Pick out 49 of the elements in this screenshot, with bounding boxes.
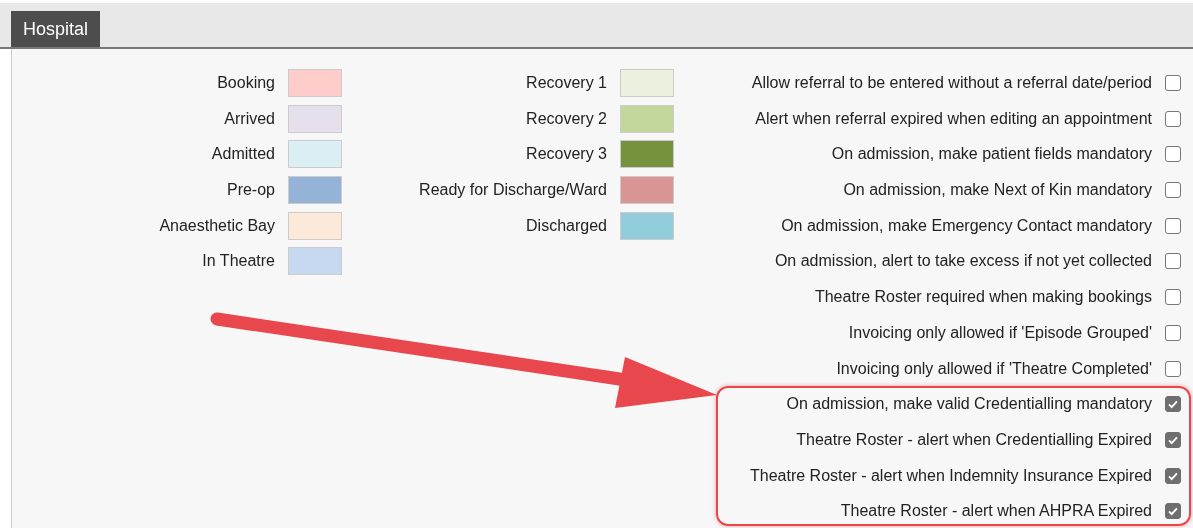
checkbox[interactable] (1165, 217, 1181, 234)
color-swatch[interactable] (620, 176, 674, 205)
status-label: In Theatre (202, 251, 275, 272)
option-label: Theatre Roster required when making bookings (814, 287, 1152, 308)
color-swatch[interactable] (288, 69, 342, 97)
color-swatch[interactable] (620, 104, 674, 133)
status-label: Recovery 3 (526, 144, 607, 165)
color-swatch[interactable] (620, 69, 674, 97)
checkbox[interactable] (1165, 503, 1181, 520)
option-label: On admission, alert to take excess if not yet collected (774, 251, 1152, 272)
checkbox[interactable] (1165, 110, 1181, 127)
option-label: On admission, make valid Credentialling mandatory (786, 394, 1152, 415)
color-swatch[interactable] (288, 104, 342, 133)
option-label: Invoicing only allowed if 'Episode Grouped' (848, 322, 1152, 343)
checkbox[interactable] (1165, 360, 1181, 377)
option-label: On admission, make Next of Kin mandatory (843, 180, 1152, 201)
status-label: Pre-op (226, 180, 275, 201)
tab[interactable]: Hospital (11, 11, 101, 47)
status-label: Recovery 2 (526, 108, 607, 129)
color-swatch[interactable] (620, 211, 674, 240)
checkbox[interactable] (1165, 253, 1181, 270)
option-label: Theatre Roster - alert when Indemnity Insurance Expired (750, 465, 1152, 486)
color-swatch[interactable] (288, 247, 342, 276)
color-swatch[interactable] (288, 176, 342, 205)
status-label: Recovery 1 (526, 73, 607, 93)
option-label: Allow referral to be entered without a referral date/period (751, 73, 1152, 93)
option-label: On admission, make Emergency Contact mandatory (781, 215, 1152, 236)
status-label: Discharged (526, 215, 607, 236)
option-label: Alert when referral expired when editing an appointment (755, 108, 1152, 129)
color-swatch[interactable] (288, 211, 342, 240)
option-label: Theatre Roster - alert when AHPRA Expired (840, 501, 1152, 522)
checkbox[interactable] (1165, 324, 1181, 341)
checkbox[interactable] (1165, 182, 1181, 199)
status-label: Booking (217, 73, 275, 93)
checkbox[interactable] (1165, 467, 1181, 484)
status-label: Ready for Discharge/Ward (419, 180, 607, 201)
checkbox[interactable] (1165, 431, 1181, 448)
color-swatch[interactable] (620, 140, 674, 169)
status-label: Arrived (224, 108, 275, 129)
checkbox[interactable] (1165, 75, 1181, 91)
option-label: Invoicing only allowed if 'Theatre Completed' (836, 358, 1152, 379)
status-label: Anaesthetic Bay (159, 215, 275, 236)
checkbox[interactable] (1165, 146, 1181, 163)
status-label: Admitted (211, 144, 275, 165)
checkbox[interactable] (1165, 396, 1181, 413)
color-swatch[interactable] (288, 140, 342, 169)
option-label: On admission, make patient fields mandatory (831, 144, 1152, 165)
option-label: Theatre Roster - alert when Credentialling Expired (796, 429, 1152, 450)
checkbox[interactable] (1165, 289, 1181, 306)
